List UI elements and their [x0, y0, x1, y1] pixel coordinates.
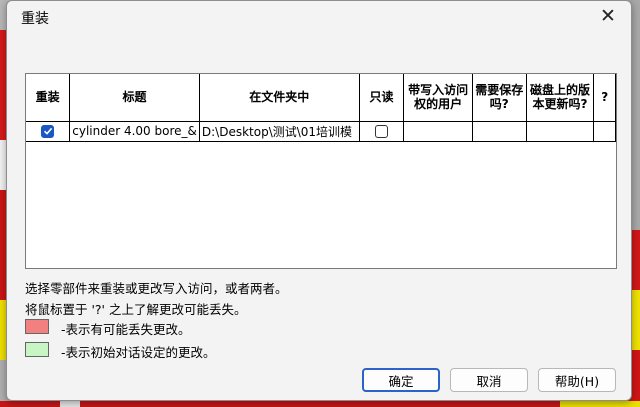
col-header-readonly[interactable]: 只读 [359, 74, 405, 122]
newer-on-disk-cell [526, 121, 595, 142]
readonly-cell [359, 121, 405, 142]
reload-dialog: 重装 ✕ 重装 标题 在文件夹中 只读 带写入访问权的用户 需要保存吗? 磁盘上… [6, 0, 632, 401]
help-button[interactable]: 帮助(H) [538, 368, 616, 392]
legend-swatch-green [25, 342, 49, 357]
info-cell [593, 121, 616, 142]
documents-table: 重装 标题 在文件夹中 只读 带写入访问权的用户 需要保存吗? 磁盘上的版本更新… [25, 73, 617, 269]
title-cell: cylinder 4.00 bore_& [69, 121, 200, 142]
checkmark-icon [43, 127, 52, 135]
reload-checkbox[interactable] [41, 124, 55, 138]
col-header-newer-on-disk[interactable]: 磁盘上的版本更新吗? [526, 74, 595, 122]
col-header-users[interactable]: 带写入访问权的用户 [403, 74, 473, 122]
readonly-checkbox[interactable] [375, 124, 389, 138]
ok-button[interactable]: 确定 [362, 368, 440, 392]
legend-swatch-red [25, 319, 49, 334]
col-header-reload[interactable]: 重装 [26, 74, 71, 122]
background-bottom [0, 401, 640, 407]
dialog-title: 重装 [21, 11, 49, 27]
col-header-folder[interactable]: 在文件夹中 [199, 74, 360, 122]
reload-cell [26, 121, 71, 142]
table-header-row: 重装 标题 在文件夹中 只读 带写入访问权的用户 需要保存吗? 磁盘上的版本更新… [26, 74, 616, 122]
users-cell [403, 121, 473, 142]
close-icon[interactable]: ✕ [595, 5, 621, 27]
col-header-title[interactable]: 标题 [69, 74, 200, 122]
cancel-button[interactable]: 取消 [450, 368, 528, 392]
table-row[interactable]: cylinder 4.00 bore_& D:\Desktop\测试\01培训模 [26, 121, 616, 142]
legend-text-green: -表示初始对话设定的更改。 [61, 345, 216, 360]
legend-text-red: -表示有可能丢失更改。 [61, 322, 191, 337]
col-header-info[interactable]: ? [593, 74, 616, 122]
instruction-text: 选择零部件来重装或更改写入访问，或者两者。 [25, 281, 288, 296]
col-header-need-save[interactable]: 需要保存吗? [472, 74, 527, 122]
hover-hint-text: 将鼠标置于 '?' 之上了解更改可能丢失。 [25, 302, 247, 317]
folder-cell: D:\Desktop\测试\01培训模 [199, 121, 360, 142]
need-save-cell [472, 121, 527, 142]
